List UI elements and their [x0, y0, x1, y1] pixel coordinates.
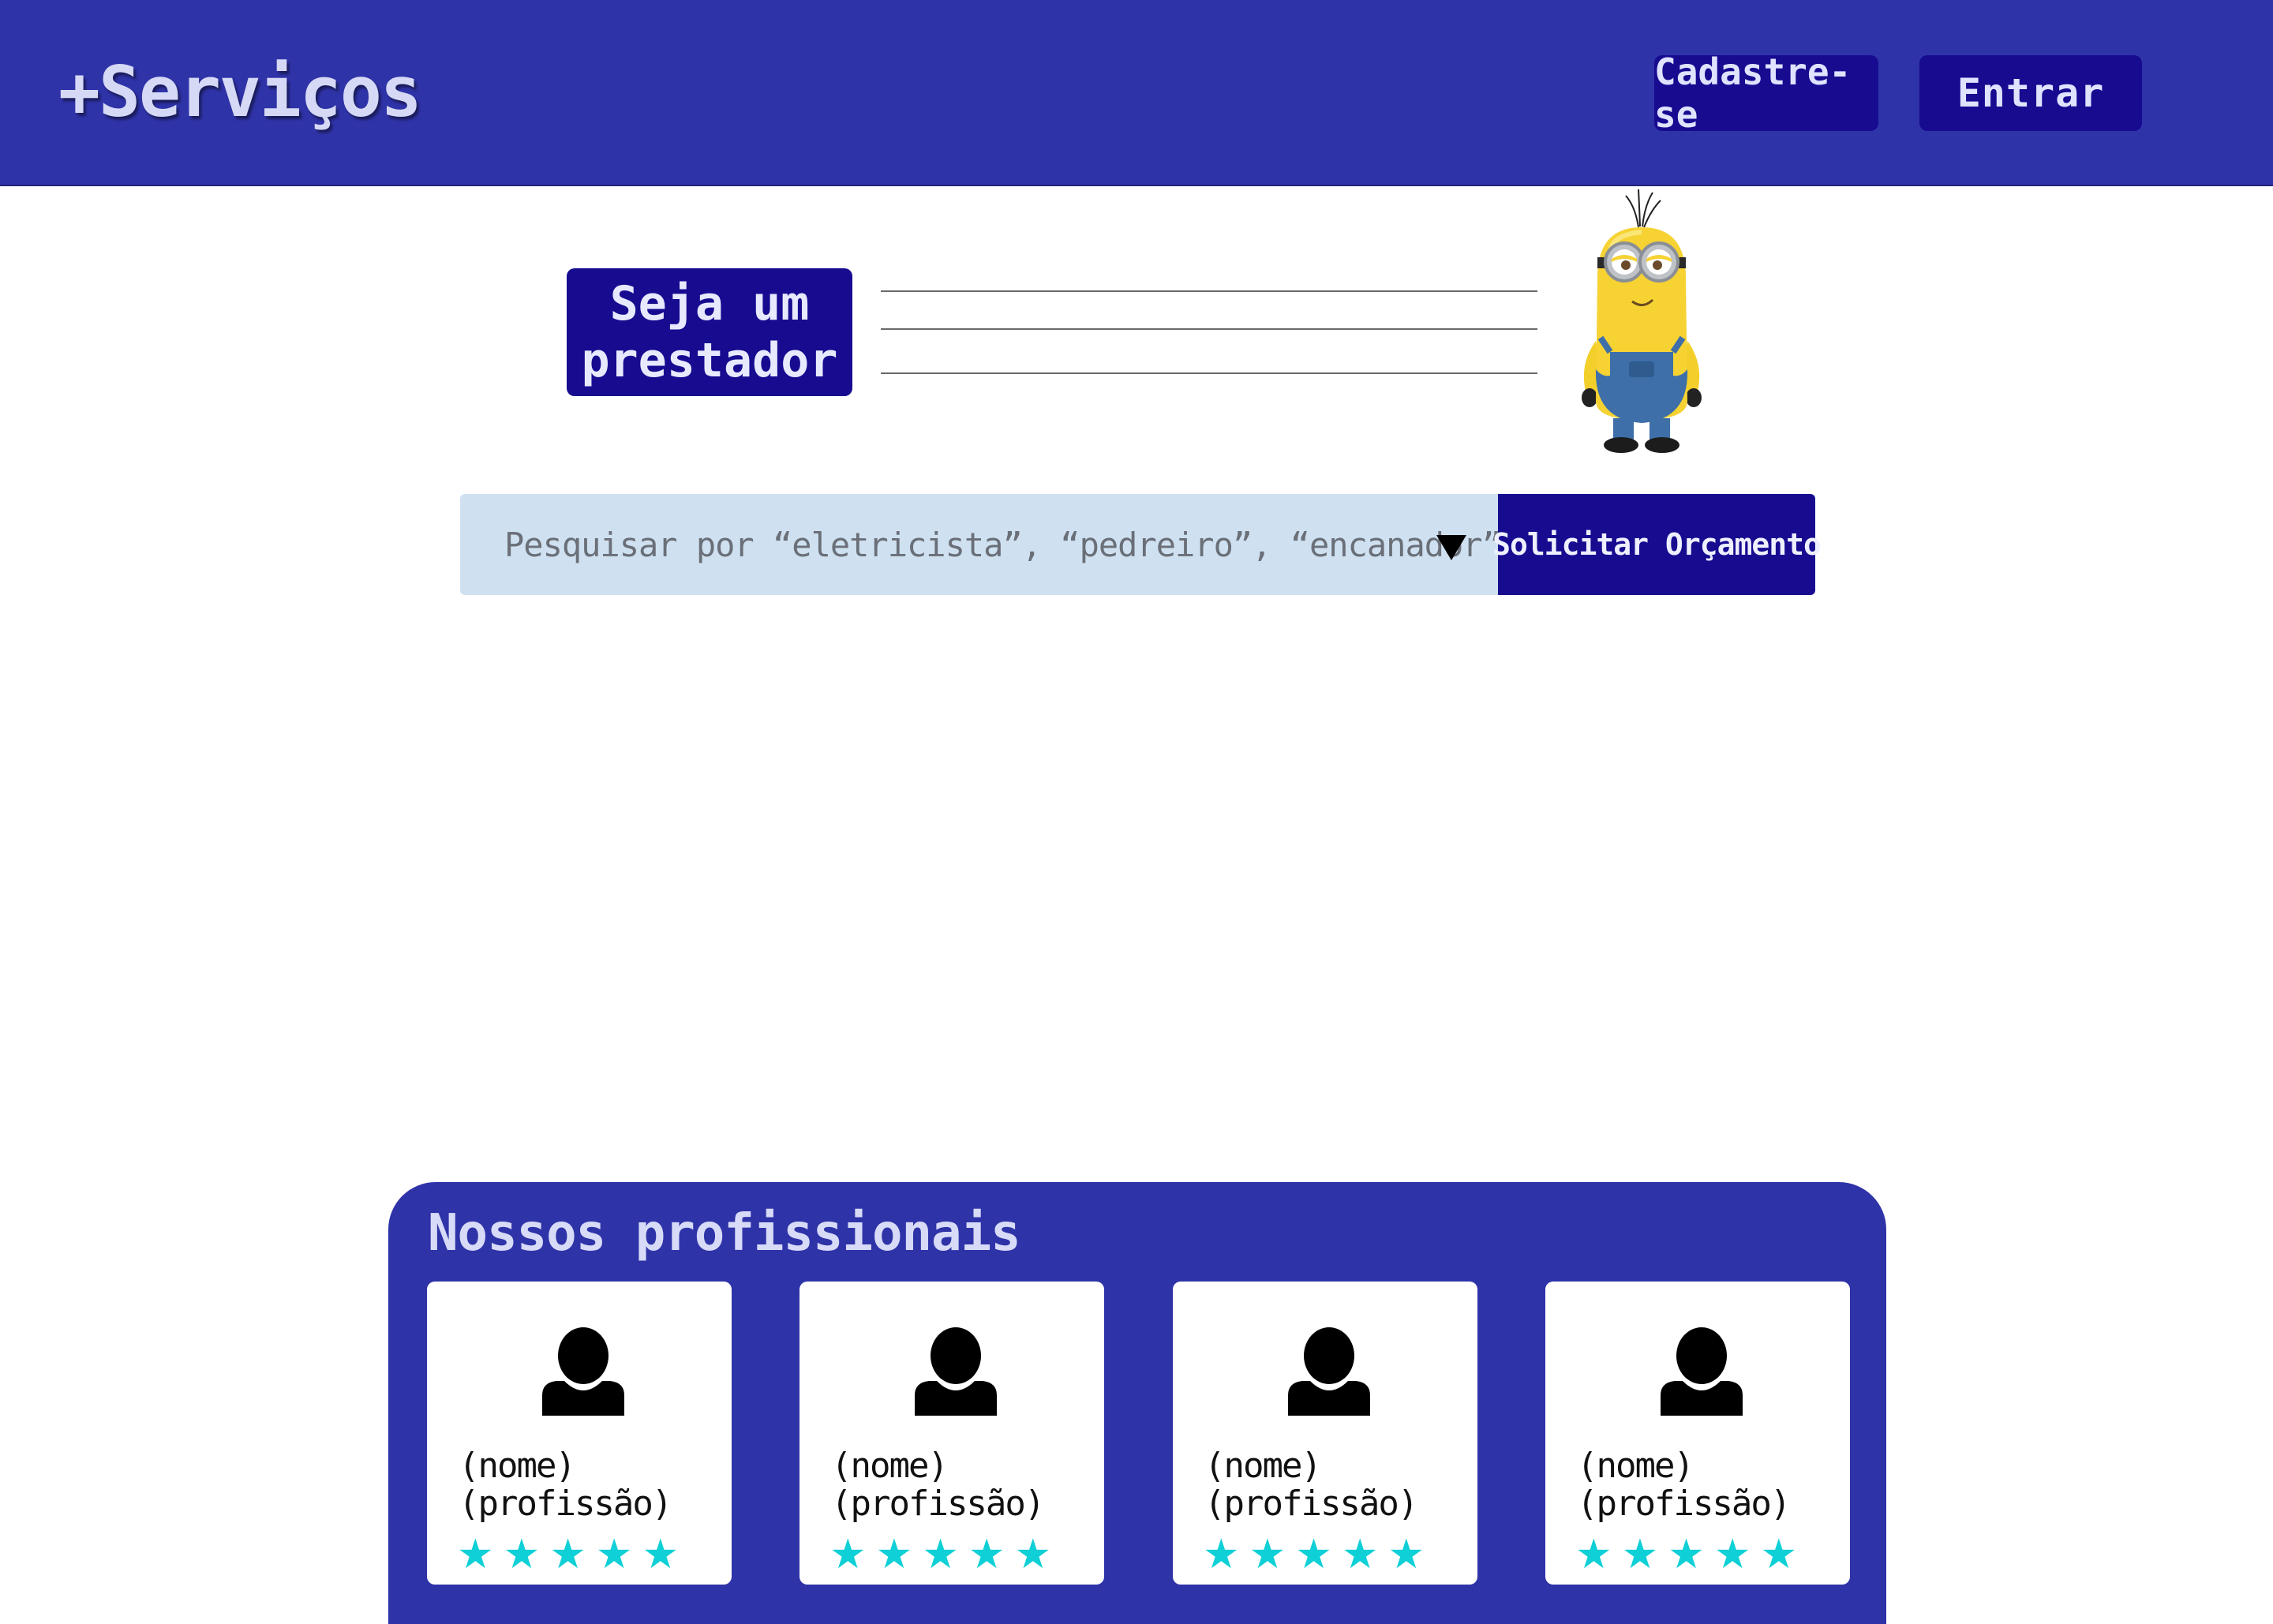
star-icon: ★: [1668, 1531, 1705, 1578]
placeholder-line: [881, 290, 1537, 292]
star-icon: ★: [549, 1531, 586, 1578]
signup-button[interactable]: Cadastre-se: [1654, 51, 1878, 136]
user-avatar-icon: [1288, 1327, 1370, 1416]
professional-card[interactable]: (nome) (profissão) ★ ★ ★ ★ ★: [799, 1282, 1104, 1585]
request-quote-button[interactable]: Solicitar Orçamento: [1492, 494, 1822, 595]
star-icon: ★: [1295, 1531, 1332, 1578]
professional-name: (nome): [1577, 1446, 1694, 1486]
top-nav-bar: +Serviços Cadastre-se Entrar: [0, 0, 2273, 186]
search-placeholder: Pesquisar por “eletricista”, “pedreiro”,…: [504, 525, 1502, 564]
placeholder-line: [881, 328, 1537, 330]
rating-stars: ★ ★ ★ ★ ★: [457, 1534, 679, 1575]
star-icon: ★: [1341, 1531, 1379, 1578]
triangle-down-icon[interactable]: [1436, 535, 1466, 560]
star-icon: ★: [503, 1531, 541, 1578]
professionals-section: Nossos profissionais (nome) (profissão) …: [388, 1182, 1886, 1624]
become-provider-button[interactable]: Seja um prestador: [567, 268, 852, 396]
site-logo[interactable]: +Serviços: [58, 51, 422, 134]
star-icon: ★: [1249, 1531, 1286, 1578]
professional-name: (nome): [459, 1446, 576, 1486]
user-avatar-icon: [542, 1327, 624, 1416]
professional-name: (nome): [1204, 1446, 1322, 1486]
professional-profession: (profissão): [1204, 1484, 1418, 1524]
star-icon: ★: [1575, 1531, 1612, 1578]
professional-profession: (profissão): [1577, 1484, 1791, 1524]
professional-card[interactable]: (nome) (profissão) ★ ★ ★ ★ ★: [1545, 1282, 1850, 1585]
professional-name: (nome): [831, 1446, 949, 1486]
star-icon: ★: [457, 1531, 494, 1578]
star-icon: ★: [922, 1531, 959, 1578]
professional-profession: (profissão): [831, 1484, 1045, 1524]
star-icon: ★: [1014, 1531, 1052, 1578]
rating-stars: ★ ★ ★ ★ ★: [1203, 1534, 1425, 1575]
star-icon: ★: [1713, 1531, 1751, 1578]
star-icon: ★: [1387, 1531, 1425, 1578]
placeholder-line: [881, 372, 1537, 374]
minion-mascot-image: [1582, 189, 1702, 453]
user-avatar-icon: [915, 1327, 997, 1416]
star-icon: ★: [595, 1531, 633, 1578]
star-icon: ★: [642, 1531, 680, 1578]
login-button[interactable]: Entrar: [1919, 55, 2142, 131]
rating-stars: ★ ★ ★ ★ ★: [1575, 1534, 1797, 1575]
star-icon: ★: [968, 1531, 1005, 1578]
star-icon: ★: [1621, 1531, 1659, 1578]
rating-stars: ★ ★ ★ ★ ★: [829, 1534, 1051, 1575]
section-title: Nossos profissionais: [428, 1204, 1021, 1263]
professional-profession: (profissão): [459, 1484, 672, 1524]
star-icon: ★: [1203, 1531, 1240, 1578]
professional-card[interactable]: (nome) (profissão) ★ ★ ★ ★ ★: [1173, 1282, 1477, 1585]
star-icon: ★: [1760, 1531, 1798, 1578]
star-icon: ★: [829, 1531, 867, 1578]
user-avatar-icon: [1661, 1327, 1743, 1416]
star-icon: ★: [875, 1531, 913, 1578]
professional-card[interactable]: (nome) (profissão) ★ ★ ★ ★ ★: [427, 1282, 732, 1585]
search-input[interactable]: Pesquisar por “eletricista”, “pedreiro”,…: [460, 494, 1502, 595]
